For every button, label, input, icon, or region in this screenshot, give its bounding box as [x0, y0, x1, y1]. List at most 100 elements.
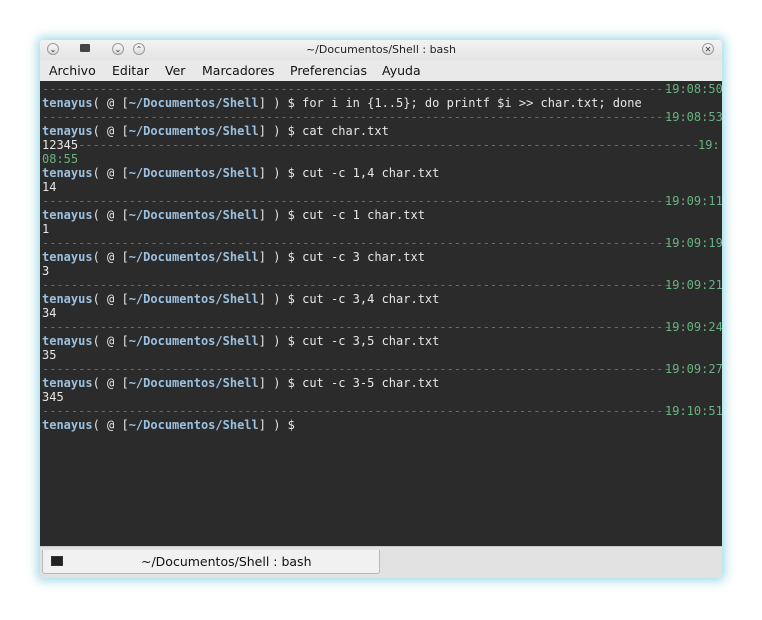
menu-editar[interactable]: Editar	[112, 63, 149, 78]
command-text: cut -c 3,5 char.txt	[302, 334, 440, 348]
command-text: cut -c 1,4 char.txt	[302, 166, 440, 180]
terminal-line: tenayus( @ [~/Documentos/Shell] ) $ cut …	[42, 292, 439, 306]
close-icon[interactable]: ✕	[702, 43, 714, 55]
window-title: ~/Documentos/Shell : bash	[305, 43, 457, 56]
terminal-line: ----------------------------------------…	[42, 194, 722, 208]
tab-label: ~/Documentos/Shell : bash	[141, 554, 312, 569]
terminal-line: tenayus( @ [~/Documentos/Shell] ) $ for …	[42, 96, 642, 110]
command-output: 35	[42, 348, 57, 362]
terminal-line: 34	[42, 306, 56, 320]
terminal-line: tenayus( @ [~/Documentos/Shell] ) $ cut …	[42, 334, 439, 348]
terminal-line: ----------------------------------------…	[42, 82, 722, 96]
prompt-user: tenayus	[42, 418, 93, 432]
command-text: for i in {1..5}; do printf $i >> char.tx…	[302, 96, 642, 110]
prompt-open: ( @ [	[92, 124, 129, 138]
terminal-line: tenayus( @ [~/Documentos/Shell] ) $ cut …	[42, 208, 425, 222]
timestamp: 19:08:53	[665, 110, 722, 124]
terminal-line: tenayus( @ [~/Documentos/Shell] ) $ cat …	[42, 124, 389, 138]
prompt-path: ~/Documentos/Shell	[128, 418, 259, 432]
terminal-line: ----------------------------------------…	[42, 236, 722, 250]
separator: ----------------------------------------…	[42, 82, 678, 96]
command-output: 1	[42, 222, 50, 236]
prompt-symbol: ] ) $	[258, 418, 303, 432]
prompt-open: ( @ [	[92, 418, 129, 432]
prompt-open: ( @ [	[92, 292, 129, 306]
terminal-line: ----------------------------------------…	[42, 278, 722, 292]
command-text: cut -c 3 char.txt	[302, 250, 425, 264]
menu-ver[interactable]: Ver	[165, 63, 185, 78]
tab-bar: ~/Documentos/Shell : bash	[40, 546, 722, 578]
prompt-user: tenayus	[42, 250, 93, 264]
terminal-line: ----------------------------------------…	[42, 404, 722, 418]
separator: ----------------------------------------…	[42, 404, 678, 418]
timestamp: 19:09:27	[665, 362, 722, 376]
terminal-line: ----------------------------------------…	[42, 110, 722, 124]
menu-bar: Archivo Editar Ver Marcadores Preferenci…	[40, 60, 722, 81]
command-output: 14	[42, 180, 57, 194]
terminal-line: tenayus( @ [~/Documentos/Shell] ) $ cut …	[42, 250, 425, 264]
prompt-symbol: ] ) $	[258, 376, 303, 390]
prompt-path: ~/Documentos/Shell	[128, 166, 259, 180]
terminal-line: tenayus( @ [~/Documentos/Shell] ) $	[42, 418, 302, 432]
timestamp: 19:09:11	[665, 194, 722, 208]
command-output: 345	[42, 390, 64, 404]
prompt-user: tenayus	[42, 96, 93, 110]
prompt-symbol: ] ) $	[258, 334, 303, 348]
terminal-line: tenayus( @ [~/Documentos/Shell] ) $ cut …	[42, 376, 439, 390]
command-output: 12345	[42, 138, 79, 152]
prompt-symbol: ] ) $	[258, 292, 303, 306]
terminal-line: 12345-----------------------------------…	[42, 138, 720, 152]
timestamp: 19:09:24	[665, 320, 722, 334]
menu-marcadores[interactable]: Marcadores	[202, 63, 275, 78]
prompt-user: tenayus	[42, 166, 93, 180]
command-text: cut -c 1 char.txt	[302, 208, 425, 222]
terminal-line: 14	[42, 180, 56, 194]
terminal-line: 08:55	[42, 152, 78, 166]
command-output: 34	[42, 306, 57, 320]
separator: ----------------------------------------…	[42, 362, 678, 376]
separator: ----------------------------------------…	[42, 320, 678, 334]
command-text: cut -c 3,4 char.txt	[302, 292, 440, 306]
terminal-line: 3	[42, 264, 49, 278]
prompt-user: tenayus	[42, 292, 93, 306]
timestamp: 19:	[698, 138, 720, 152]
prompt-user: tenayus	[42, 376, 93, 390]
menu-ayuda[interactable]: Ayuda	[382, 63, 421, 78]
command-output: 3	[42, 264, 50, 278]
prompt-path: ~/Documentos/Shell	[128, 250, 259, 264]
terminal-line: tenayus( @ [~/Documentos/Shell] ) $ cut …	[42, 166, 439, 180]
title-bar[interactable]: ⌄ ⌄ ⌃ ~/Documentos/Shell : bash ✕	[40, 40, 722, 60]
tab-shell[interactable]: ~/Documentos/Shell : bash	[42, 550, 380, 574]
prompt-open: ( @ [	[92, 334, 129, 348]
terminal-line: ----------------------------------------…	[42, 362, 722, 376]
command-text: cat char.txt	[302, 124, 389, 138]
prompt-path: ~/Documentos/Shell	[128, 292, 259, 306]
prompt-symbol: ] ) $	[258, 124, 303, 138]
separator: ----------------------------------------…	[42, 236, 678, 250]
prompt-user: tenayus	[42, 124, 93, 138]
terminal-output[interactable]: ----------------------------------------…	[40, 81, 722, 546]
prompt-symbol: ] ) $	[258, 250, 303, 264]
prompt-path: ~/Documentos/Shell	[128, 96, 259, 110]
terminal-line: ----------------------------------------…	[42, 320, 722, 334]
timestamp-wrap: 08:55	[42, 152, 79, 166]
prompt-path: ~/Documentos/Shell	[128, 124, 259, 138]
timestamp: 19:10:51	[665, 404, 722, 418]
menu-archivo[interactable]: Archivo	[49, 63, 96, 78]
terminal-window: ⌄ ⌄ ⌃ ~/Documentos/Shell : bash ✕ Archiv…	[40, 40, 722, 578]
separator: ----------------------------------------…	[42, 110, 678, 124]
menu-preferencias[interactable]: Preferencias	[290, 63, 367, 78]
prompt-path: ~/Documentos/Shell	[128, 208, 259, 222]
terminal-line: 1	[42, 222, 49, 236]
timestamp: 19:08:50	[665, 82, 722, 96]
prompt-user: tenayus	[42, 334, 93, 348]
terminal-line: 345	[42, 390, 64, 404]
prompt-symbol: ] ) $	[258, 96, 303, 110]
timestamp: 19:09:21	[665, 278, 722, 292]
prompt-open: ( @ [	[92, 208, 129, 222]
terminal-line: 35	[42, 348, 56, 362]
prompt-open: ( @ [	[92, 166, 129, 180]
terminal-icon	[51, 556, 63, 566]
prompt-path: ~/Documentos/Shell	[128, 376, 259, 390]
separator: ----------------------------------------…	[42, 278, 678, 292]
